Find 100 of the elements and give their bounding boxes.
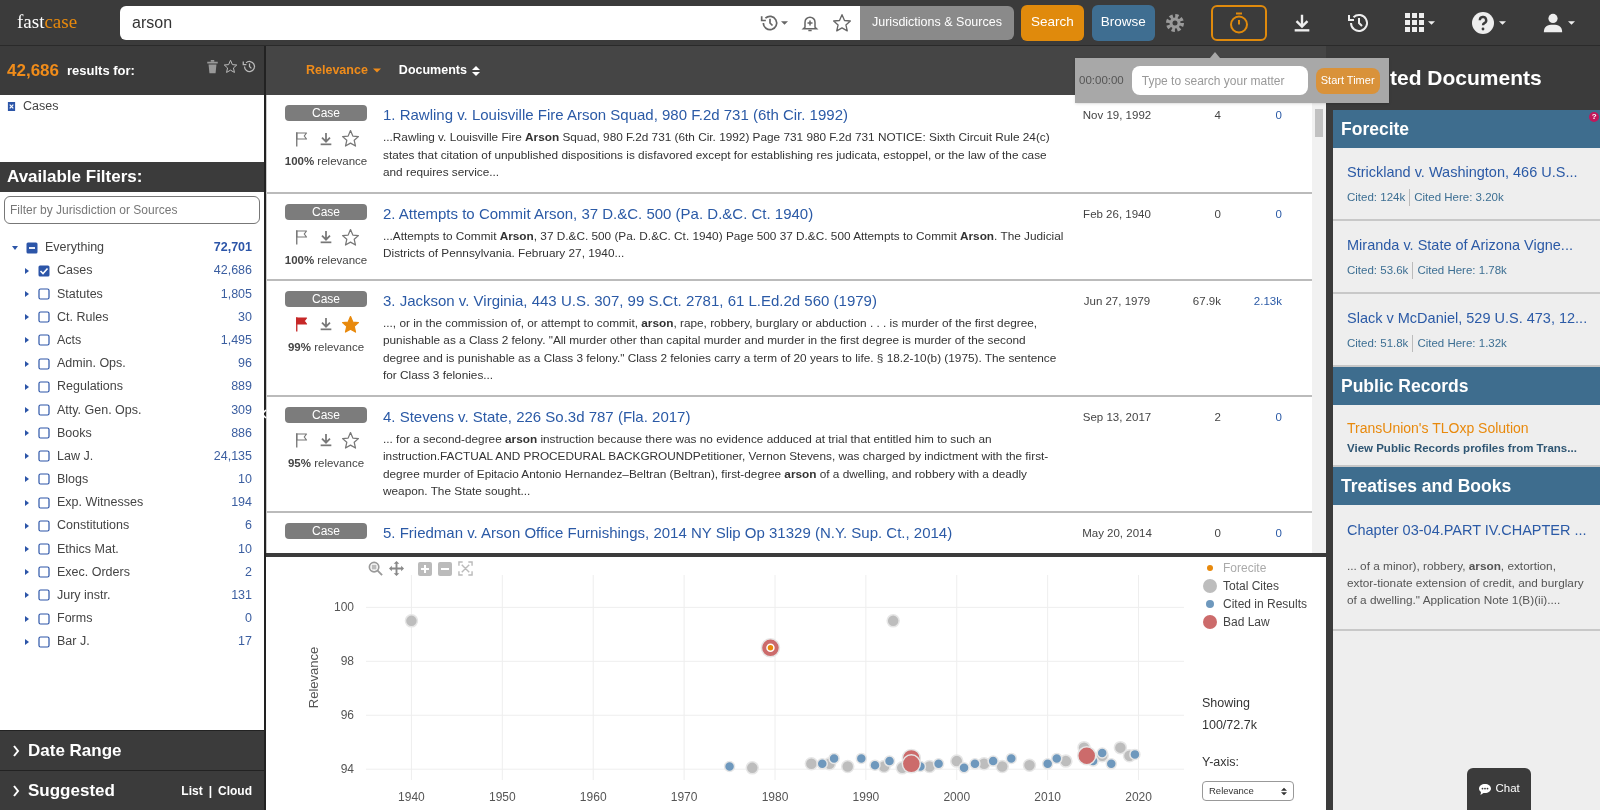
checkbox[interactable] bbox=[38, 380, 50, 393]
caret-icon[interactable] bbox=[24, 615, 30, 622]
legend-item[interactable]: Total Cites bbox=[1203, 579, 1280, 593]
checkbox[interactable] bbox=[38, 264, 50, 277]
treatise-link[interactable]: Chapter 03-04.PART IV.CHAPTER ... bbox=[1347, 520, 1588, 542]
data-point[interactable] bbox=[723, 760, 736, 773]
checkbox[interactable] bbox=[38, 287, 50, 300]
zoom-icon[interactable] bbox=[368, 561, 383, 576]
data-point[interactable] bbox=[987, 755, 999, 767]
filter-label[interactable]: Statutes bbox=[57, 284, 103, 304]
filter-label[interactable]: Cases bbox=[57, 261, 93, 281]
stopwatch-button[interactable] bbox=[1210, 4, 1267, 41]
filter-label[interactable]: Books bbox=[57, 423, 92, 443]
filter-label[interactable]: Ethics Mat. bbox=[57, 539, 119, 559]
data-point[interactable] bbox=[958, 762, 970, 774]
checkbox[interactable] bbox=[38, 496, 50, 509]
logo[interactable]: fastcase bbox=[0, 8, 120, 37]
filter-label[interactable]: Bar J. bbox=[57, 632, 90, 652]
filter-label[interactable]: Acts bbox=[57, 330, 82, 350]
data-point[interactable] bbox=[1051, 752, 1063, 765]
data-point[interactable] bbox=[1077, 745, 1097, 766]
caret-icon[interactable] bbox=[24, 290, 30, 297]
remove-icon[interactable] bbox=[7, 100, 16, 112]
data-point[interactable] bbox=[1041, 758, 1054, 770]
filter-label[interactable]: Admin. Ops. bbox=[57, 354, 126, 373]
data-point[interactable] bbox=[1129, 748, 1141, 761]
filter-label[interactable]: Constitutions bbox=[57, 516, 130, 536]
caret-icon[interactable] bbox=[24, 592, 30, 599]
filter-label[interactable]: Law J. bbox=[57, 446, 94, 466]
view-option-link[interactable]: List bbox=[181, 781, 203, 800]
filter-label[interactable]: Atty. Gen. Ops. bbox=[57, 400, 142, 420]
checkbox[interactable] bbox=[38, 473, 50, 486]
data-point[interactable] bbox=[1105, 758, 1118, 770]
data-point[interactable] bbox=[883, 755, 896, 767]
legend-item[interactable]: Bad Law bbox=[1203, 615, 1270, 629]
caret-icon[interactable] bbox=[24, 406, 30, 413]
sort-button[interactable]: Documents bbox=[398, 61, 480, 80]
caret-icon[interactable] bbox=[24, 337, 30, 344]
collapse-left-icon[interactable] bbox=[261, 409, 267, 419]
checkbox[interactable] bbox=[38, 403, 50, 416]
caret-icon[interactable] bbox=[24, 314, 30, 321]
citation-link[interactable]: Strickland v. Washington, 466 U.S... bbox=[1347, 162, 1588, 184]
history-icon[interactable] bbox=[242, 59, 257, 74]
pan-icon[interactable] bbox=[389, 561, 404, 576]
citation-link[interactable]: Slack v McDaniel, 529 U.S. 473, 12... bbox=[1347, 308, 1588, 330]
star-icon[interactable] bbox=[340, 129, 360, 148]
result-title-link[interactable]: 1. Rawling v. Louisville Fire Arson Squad, 980 F.2d 731 (6th Cir. 1992) bbox=[383, 105, 1065, 125]
result-title-link[interactable]: 4. Stevens v. State, 226 So.3d 787 (Fla. 2017) bbox=[383, 406, 1065, 427]
result-title-link[interactable]: 2. Attempts to Commit Arson, 37 D.&C. 500 (Pa. D.&C. Ct. 1940) bbox=[383, 203, 1065, 224]
chevron-icon[interactable] bbox=[12, 744, 20, 757]
data-point[interactable] bbox=[828, 752, 840, 765]
result-title-link[interactable]: 5. Friedman v. Arson Office Furnishings, 2014 NY Slip Op 31329 (N.Y. Sup. Ct., 2014) bbox=[383, 522, 1065, 543]
caret-icon[interactable] bbox=[24, 569, 30, 576]
search-field[interactable]: arson bbox=[120, 5, 860, 40]
checkbox[interactable] bbox=[38, 566, 50, 579]
filter-label[interactable]: Forms bbox=[57, 609, 93, 628]
trash-icon[interactable] bbox=[206, 59, 219, 74]
checkbox[interactable] bbox=[38, 635, 50, 648]
caret-icon[interactable] bbox=[24, 430, 30, 437]
filter-label[interactable]: Exec. Orders bbox=[57, 562, 130, 582]
citation-link[interactable]: Miranda v. State of Arizona Vigne... bbox=[1347, 235, 1588, 257]
matter-search-field[interactable]: Type to search your matter bbox=[1131, 66, 1308, 95]
data-point[interactable] bbox=[969, 758, 981, 770]
data-point[interactable] bbox=[855, 752, 868, 765]
data-point[interactable] bbox=[1096, 747, 1108, 759]
caret-icon[interactable] bbox=[24, 522, 30, 529]
star-icon[interactable] bbox=[223, 59, 238, 74]
caret-icon[interactable] bbox=[12, 244, 18, 251]
checkbox[interactable] bbox=[38, 311, 50, 324]
checkbox[interactable] bbox=[38, 543, 50, 556]
filter-label[interactable]: Regulations bbox=[57, 377, 123, 397]
checkbox[interactable] bbox=[38, 612, 50, 625]
checkbox[interactable] bbox=[26, 241, 38, 254]
caret-icon[interactable] bbox=[24, 267, 30, 274]
checkbox[interactable] bbox=[38, 427, 50, 440]
caret-icon[interactable] bbox=[24, 638, 30, 645]
caret-icon[interactable] bbox=[24, 360, 30, 367]
filter-label[interactable]: Everything bbox=[45, 238, 105, 257]
data-point[interactable] bbox=[869, 759, 881, 771]
caret-icon[interactable] bbox=[24, 476, 30, 483]
filter-label[interactable]: Exp. Witnesses bbox=[57, 493, 144, 513]
filter-label[interactable]: Jury instr. bbox=[57, 586, 111, 605]
caret-icon[interactable] bbox=[24, 546, 30, 553]
chevron-icon[interactable] bbox=[12, 784, 20, 797]
y-axis-select[interactable]: Relevance bbox=[1202, 781, 1294, 802]
apps-grid-icon[interactable] bbox=[1404, 13, 1435, 32]
checkbox[interactable] bbox=[38, 334, 50, 347]
filter-label[interactable]: Ct. Rules bbox=[57, 307, 109, 327]
caret-icon[interactable] bbox=[24, 453, 30, 460]
star-icon[interactable] bbox=[832, 12, 852, 33]
filter-label[interactable]: Blogs bbox=[57, 470, 89, 489]
data-point[interactable] bbox=[932, 758, 945, 770]
browse-button[interactable]: Browse bbox=[1091, 4, 1155, 41]
data-point[interactable] bbox=[1005, 752, 1018, 765]
legend-item[interactable]: Cited in Results bbox=[1206, 597, 1308, 611]
sort-button[interactable]: Relevance bbox=[306, 61, 381, 80]
help-icon[interactable] bbox=[1470, 10, 1506, 35]
user-icon[interactable] bbox=[1541, 11, 1575, 34]
caret-icon[interactable] bbox=[24, 499, 30, 506]
checkbox[interactable] bbox=[38, 589, 50, 602]
